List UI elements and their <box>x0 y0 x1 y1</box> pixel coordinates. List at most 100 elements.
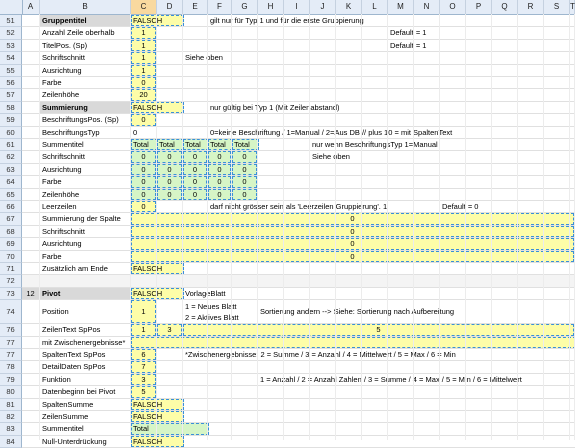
column-header-n[interactable]: N <box>414 0 440 14</box>
cell-e-54[interactable]: Siehe oben <box>183 52 223 63</box>
cell-b-53[interactable]: TitelPos. (Sp) <box>40 40 87 51</box>
cell-c-70[interactable]: 0 <box>131 250 574 262</box>
cell-f-60[interactable]: 0=keine Beschriftung / 1=Manual / 2=Aus … <box>208 127 452 138</box>
cell-f-63[interactable]: 0 <box>208 163 231 176</box>
cell-g-65[interactable]: 0 <box>232 188 257 200</box>
cell-b-56[interactable]: Farbe <box>40 77 62 88</box>
cell-f-62[interactable]: 0 <box>208 151 231 163</box>
column-header-t[interactable]: T <box>570 0 575 14</box>
cell-f-61[interactable]: Total <box>208 139 233 151</box>
cell-c-68[interactable]: 0 <box>131 225 574 238</box>
cell-c-76[interactable]: 1 <box>131 324 156 336</box>
cell-b-82[interactable]: ZeilenSumme <box>40 411 88 422</box>
cell-b-52[interactable]: Anzahl Zeile oberhalb <box>40 27 115 38</box>
cell-b-59[interactable]: BeschriftungsPos. (Sp) <box>40 114 119 125</box>
cell-c-55[interactable]: 1 <box>131 64 156 76</box>
row-header[interactable]: 59 <box>0 114 22 127</box>
row-header[interactable]: 81 <box>0 398 22 411</box>
column-header-r[interactable]: R <box>518 0 544 14</box>
cell-c-77[interactable]: 6 <box>131 349 156 361</box>
column-header-p[interactable]: P <box>466 0 492 14</box>
cell-b-76[interactable]: ZeilenText SpPos <box>40 324 100 335</box>
row-header[interactable]: 70 <box>0 250 22 263</box>
row-header[interactable]: 66 <box>0 201 22 214</box>
column-header-s[interactable]: S <box>544 0 570 14</box>
cell-d-61[interactable]: Total <box>157 139 184 151</box>
select-all-corner[interactable] <box>0 0 23 14</box>
cell-c-52[interactable]: 1 <box>131 27 156 39</box>
cell-c-82[interactable]: FALSCH <box>131 411 184 423</box>
column-header-i[interactable]: I <box>284 0 310 14</box>
cell-b-63[interactable]: Ausrichtung <box>40 164 82 175</box>
column-header-g[interactable]: G <box>232 0 258 14</box>
row-header[interactable]: 51 <box>0 15 22 28</box>
cell-c-73[interactable]: FALSCH <box>131 287 184 300</box>
cell-b-81[interactable]: SpaltenSumme <box>40 399 93 410</box>
row-header[interactable]: 57 <box>0 89 22 102</box>
cell-b-83[interactable]: Summentitel <box>40 423 84 434</box>
cell-j-62[interactable]: Siehe oben <box>310 151 350 162</box>
row-header[interactable]: 65 <box>0 188 22 201</box>
cell-d-63[interactable]: 0 <box>157 163 182 176</box>
cell-b-69[interactable]: Ausrichtung <box>40 238 82 249</box>
row-header[interactable]: 78 <box>0 361 22 374</box>
cell-b-54[interactable]: Schriftschnitt <box>40 52 85 63</box>
cell-c-64[interactable]: 0 <box>131 176 156 188</box>
cell-c-71[interactable]: FALSCH <box>131 263 184 275</box>
cell-e-62[interactable]: 0 <box>183 151 207 163</box>
cell-b-73[interactable]: Pivot <box>40 287 132 300</box>
cell-b-51[interactable]: Gruppentitel <box>40 15 132 27</box>
cell-c-63[interactable]: 0 <box>131 163 156 176</box>
cell-e-73[interactable]: VorlageBlatt <box>183 288 225 299</box>
column-header-o[interactable]: O <box>440 0 466 14</box>
cell-c-51[interactable]: FALSCH <box>131 15 184 27</box>
column-header-k[interactable]: K <box>336 0 362 14</box>
cell-c-74[interactable]: 1 <box>131 300 156 324</box>
cell-e-63[interactable]: 0 <box>183 163 207 176</box>
cell-o-66[interactable]: Default = 0 <box>440 201 478 212</box>
row-header[interactable]: 73 <box>0 287 22 301</box>
cell-f-58[interactable]: nur gültig bei Typ 1 (Mit Zeilenabstand) <box>208 102 340 113</box>
row-header[interactable]: 68 <box>0 225 22 239</box>
row-header[interactable]: 64 <box>0 176 22 189</box>
cell-f-64[interactable]: 0 <box>208 176 231 188</box>
row-header[interactable]: 53 <box>0 39 22 53</box>
row-header[interactable]: 74 <box>0 300 22 325</box>
cell-c-60[interactable]: 0 <box>131 127 137 138</box>
cell-m-53[interactable]: Default = 1 <box>388 40 426 51</box>
row-header[interactable]: 83 <box>0 423 22 436</box>
cell-b-58[interactable]: Summierung <box>40 101 132 114</box>
row-header[interactable]: 71 <box>0 263 22 276</box>
row-header[interactable]: 58 <box>0 101 22 115</box>
cell-b-64[interactable]: Farbe <box>40 176 62 187</box>
column-header-c[interactable]: C <box>131 0 157 14</box>
cell-b-78[interactable]: DetailDaten SpPos <box>40 361 105 372</box>
row-header[interactable]: 55 <box>0 64 22 77</box>
cell-c-83[interactable]: Total <box>131 423 209 435</box>
row-header[interactable]: 56 <box>0 77 22 90</box>
cell-m-52[interactable]: Default = 1 <box>388 27 426 38</box>
column-header-a[interactable]: A <box>22 0 40 14</box>
cell-b-71[interactable]: Zusätzlich am Ende <box>40 263 108 274</box>
cell-c-80[interactable]: 5 <box>131 386 156 398</box>
column-header-l[interactable]: L <box>362 0 388 14</box>
row-header[interactable]: 69 <box>0 238 22 251</box>
cell-f-65[interactable]: 0 <box>208 188 231 200</box>
cell-b-62[interactable]: Schriftschnitt <box>40 151 85 162</box>
row-header[interactable]: 77 <box>0 336 22 349</box>
row-header[interactable]: 84 <box>0 435 22 448</box>
cell-c-58[interactable]: FALSCH <box>131 101 184 114</box>
row-header[interactable]: 52 <box>0 27 22 40</box>
cell-b-79[interactable]: Funktion <box>40 374 71 385</box>
cell-e-76[interactable]: 5 <box>183 324 574 336</box>
row-header[interactable]: 77 <box>0 349 22 362</box>
cell-b-68[interactable]: Schriftschnitt <box>40 226 85 237</box>
cell-c-59[interactable]: 0 <box>131 114 156 126</box>
row-header[interactable]: 67 <box>0 213 22 226</box>
cell-b-60[interactable]: BeschriftungsTyp <box>40 127 100 138</box>
cell-c-66[interactable]: 0 <box>131 201 156 213</box>
row-header[interactable]: 63 <box>0 163 22 177</box>
cell-c-53[interactable]: 1 <box>131 39 156 52</box>
cell-b-84[interactable]: Null-Unterdrückung <box>40 436 107 447</box>
cell-e-64[interactable]: 0 <box>183 176 207 188</box>
